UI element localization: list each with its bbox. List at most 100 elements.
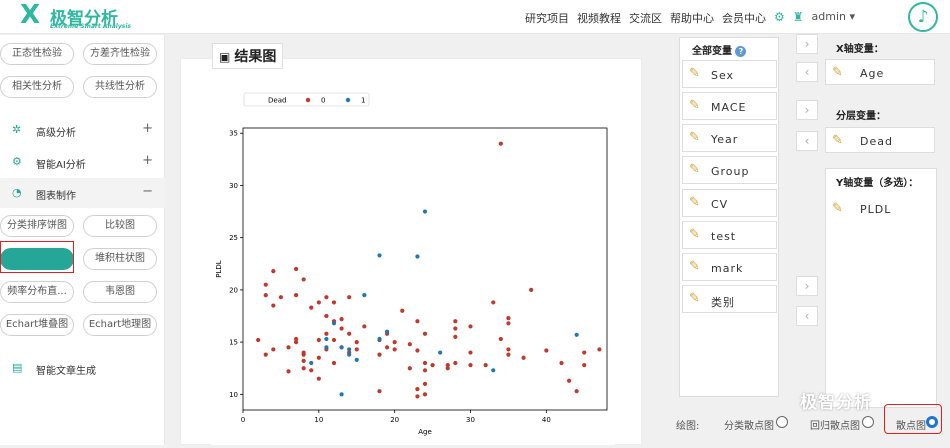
normality-test-button[interactable]: 正态性检验 xyxy=(0,43,74,65)
scatter-point xyxy=(392,340,397,345)
music-note-icon[interactable]: ♪ xyxy=(908,2,938,32)
top-header: X 极智分析 Extreme Smart Analysis 研究项目 视频教程 … xyxy=(0,0,950,34)
category-scatter-radio[interactable] xyxy=(776,416,788,428)
sidebar-section-charts[interactable]: ◔ 图表制作 − xyxy=(0,178,165,208)
move-right-y-button[interactable]: › xyxy=(796,276,818,296)
help-icon[interactable]: ? xyxy=(735,46,747,57)
expand-plus-icon[interactable]: + xyxy=(142,153,153,168)
variable-name: MACE xyxy=(711,101,747,114)
scatter-point xyxy=(468,350,473,355)
variable-item[interactable]: ✎ Sex xyxy=(682,60,777,88)
scatter-point xyxy=(301,358,306,364)
scatter-point xyxy=(331,360,337,366)
watermark: 极智分析 xyxy=(800,393,872,413)
sidebar-article-generation[interactable]: ▤ 智能文章生成 xyxy=(0,353,165,383)
document-icon: ▤ xyxy=(12,361,23,374)
nav-forum[interactable]: 交流区 xyxy=(629,10,662,26)
ruler-icon: ✎ xyxy=(689,291,700,306)
scatter-point xyxy=(347,295,352,300)
selection-highlight xyxy=(0,241,74,273)
scatter-point xyxy=(309,368,314,373)
scatter-point xyxy=(347,347,352,352)
sidebar-section-advanced[interactable]: ✲ 高级分析 + xyxy=(0,115,165,145)
legend-title: Dead xyxy=(268,97,286,105)
layer-variable-value: Dead xyxy=(860,135,893,148)
scatter-point xyxy=(506,352,511,357)
ruler-icon: ✎ xyxy=(689,130,700,145)
variable-item[interactable]: ✎ Group xyxy=(682,156,777,184)
move-left-layer-button[interactable]: ‹ xyxy=(796,131,818,151)
scatter-point xyxy=(574,332,579,337)
move-right-x-button[interactable]: › xyxy=(796,34,818,54)
move-right-layer-button[interactable]: › xyxy=(796,100,818,120)
scatter-point xyxy=(415,387,420,392)
legend-label: 1 xyxy=(361,97,365,105)
nav-video-tutorials[interactable]: 视频教程 xyxy=(577,10,621,26)
scatter-point xyxy=(362,293,367,298)
section-label: 智能AI分析 xyxy=(36,160,86,171)
scatter-point xyxy=(422,381,428,386)
nav-help-center[interactable]: 帮助中心 xyxy=(670,10,714,26)
scatter-point xyxy=(347,331,352,336)
settings-gear-icon[interactable]: ⚙ xyxy=(774,10,785,26)
user-menu[interactable]: admin ▾ xyxy=(812,10,855,26)
move-left-y-button[interactable]: ‹ xyxy=(796,306,818,326)
variable-item[interactable]: ✎ Year xyxy=(682,124,777,152)
scatter-point xyxy=(377,352,382,357)
scatter-point xyxy=(582,350,587,355)
scatter-point xyxy=(407,342,412,347)
variable-item[interactable]: ✎ test xyxy=(682,221,777,249)
variance-homogeneity-button[interactable]: 方差齐性检验 xyxy=(83,43,157,65)
nav-member-center[interactable]: 会员中心 xyxy=(722,10,766,26)
y-axis-slot[interactable]: ✎ PLDL xyxy=(826,196,936,222)
regression-scatter-radio[interactable] xyxy=(862,416,874,428)
scatter-point xyxy=(491,300,496,305)
scatter-point xyxy=(498,141,503,146)
layer-variable-slot[interactable]: ✎ Dead xyxy=(825,127,935,153)
collinearity-analysis-button[interactable]: 共线性分析 xyxy=(83,76,157,98)
nav-research-projects[interactable]: 研究项目 xyxy=(525,10,569,26)
ruler-icon: ✎ xyxy=(689,162,700,177)
brand-logo[interactable]: X 极智分析 Extreme Smart Analysis xyxy=(20,2,140,32)
scatter-point xyxy=(286,345,291,350)
scatter-point xyxy=(566,378,572,383)
variable-item[interactable]: ✎ MACE xyxy=(682,92,777,120)
scatter-point xyxy=(521,355,526,360)
scatter-point xyxy=(354,347,359,352)
echart-stack-button[interactable]: Echart堆叠图 xyxy=(0,314,74,336)
echart-geo-button[interactable]: Echart地理图 xyxy=(83,314,157,336)
scatter-point xyxy=(309,360,314,366)
x-axis-slot[interactable]: ✎ Age xyxy=(825,59,935,85)
legend-label: 0 xyxy=(321,97,325,105)
venn-chart-button[interactable]: 韦恩图 xyxy=(83,281,157,303)
comparison-chart-button[interactable]: 比较图 xyxy=(83,215,157,237)
article-label: 智能文章生成 xyxy=(36,366,96,377)
sidebar-section-ai[interactable]: ⚙ 智能AI分析 + xyxy=(0,147,165,177)
variable-item[interactable]: ✎ CV xyxy=(682,189,777,217)
move-left-x-button[interactable]: ‹ xyxy=(796,62,818,82)
collapse-minus-icon[interactable]: − xyxy=(142,184,153,199)
y-tick-label: 20 xyxy=(229,286,238,294)
scatter-point xyxy=(316,300,321,305)
correlation-analysis-button[interactable]: 相关性分析 xyxy=(0,76,74,98)
plot-label: 绘图: xyxy=(676,421,700,432)
scatter-point xyxy=(544,348,549,353)
sorted-pie-chart-button[interactable]: 分类排序饼图 xyxy=(0,215,74,237)
scatter-point xyxy=(483,362,488,368)
stacked-bar-button[interactable]: 堆积柱状图 xyxy=(83,248,157,270)
scatter-point xyxy=(263,282,268,287)
layer-variable-title: 分层变量： xyxy=(836,111,886,122)
scatter-point xyxy=(339,345,344,350)
shirt-icon[interactable]: ♜ xyxy=(793,10,804,26)
variable-item[interactable]: ✎ 类别 xyxy=(682,285,777,313)
scatter-point xyxy=(347,352,352,357)
scatter-point xyxy=(377,253,382,258)
y-tick-label: 15 xyxy=(229,339,238,347)
expand-plus-icon[interactable]: + xyxy=(142,121,153,136)
image-icon: ▣ xyxy=(219,50,231,64)
scatter-point xyxy=(263,352,268,357)
scatter-chart-svg: 0 10 20 30 40 10 15 20 25 30 35 Age PLDL Dead 0 1 xyxy=(215,92,608,436)
frequency-distribution-button[interactable]: 频率分布直... xyxy=(0,281,74,303)
variable-item[interactable]: ✎ mark xyxy=(682,253,777,281)
ruler-icon: ✎ xyxy=(689,66,700,81)
